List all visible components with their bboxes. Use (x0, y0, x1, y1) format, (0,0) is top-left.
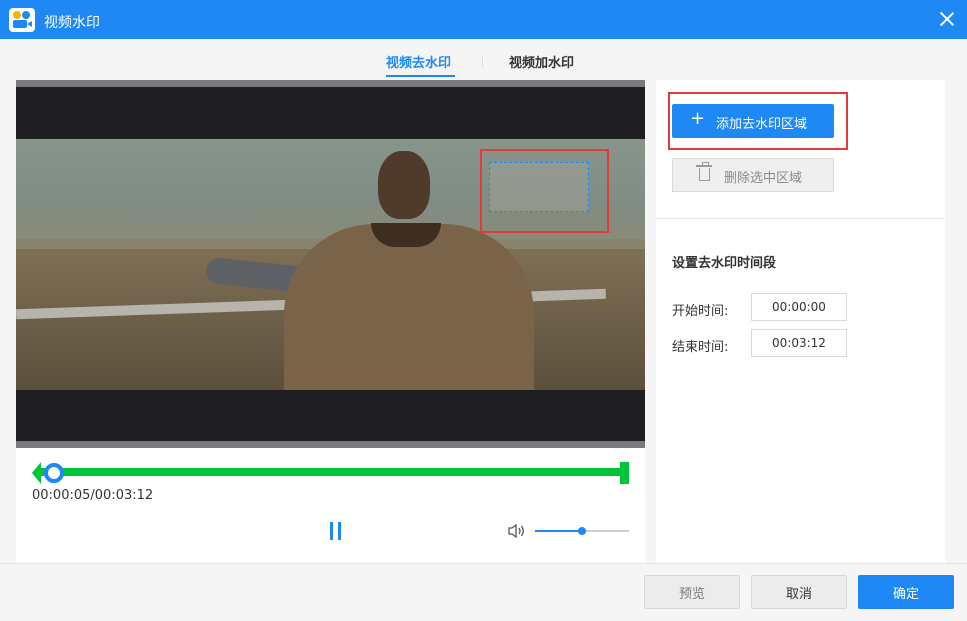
delete-region-button[interactable]: 删除选中区域 (672, 158, 834, 192)
settings-panel (656, 80, 945, 563)
delete-region-label: 删除选中区域 (724, 171, 803, 186)
time-display: 00:00:05/00:03:12 (32, 488, 154, 503)
plus-icon: + (690, 108, 706, 129)
video-preview (16, 80, 645, 448)
ok-button[interactable]: 确定 (858, 575, 954, 609)
window-title: 视频水印 (44, 15, 100, 31)
tab-remove-watermark[interactable]: 视频去水印 (386, 52, 451, 71)
volume-slider[interactable] (535, 527, 629, 535)
active-tab-indicator (386, 75, 455, 77)
volume-level (535, 530, 582, 532)
preview-button[interactable]: 预览 (644, 575, 740, 609)
add-region-label: 添加去水印区域 (716, 117, 808, 132)
volume-icon[interactable] (507, 523, 527, 539)
app-logo-icon (9, 8, 35, 32)
timeline-track[interactable] (36, 468, 628, 476)
end-time-label: 结束时间: (672, 340, 729, 355)
start-time-field[interactable] (751, 293, 847, 321)
watermark-selection-box[interactable] (489, 162, 589, 212)
panel-divider (656, 218, 945, 219)
trash-icon (696, 162, 712, 181)
title-bar: 视频水印 (0, 0, 967, 39)
close-icon[interactable] (937, 9, 957, 29)
timeline-end-handle[interactable] (620, 462, 629, 484)
cancel-button[interactable]: 取消 (751, 575, 847, 609)
start-time-label: 开始时间: (672, 304, 729, 319)
end-time-field[interactable] (751, 329, 847, 357)
volume-knob[interactable] (578, 527, 586, 535)
playhead[interactable] (43, 463, 64, 483)
add-region-button[interactable]: + 添加去水印区域 (672, 104, 834, 138)
tab-add-watermark[interactable]: 视频加水印 (509, 52, 574, 71)
tab-separator (482, 55, 483, 67)
pause-button[interactable] (328, 522, 344, 540)
time-range-title: 设置去水印时间段 (672, 256, 777, 271)
